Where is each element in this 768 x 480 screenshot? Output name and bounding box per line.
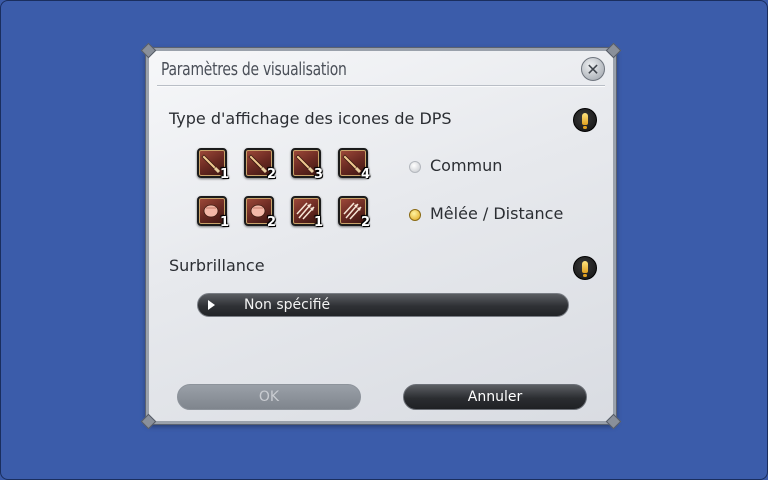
fist-icon: 1	[197, 196, 229, 230]
icon-number: 1	[219, 167, 229, 182]
ok-button[interactable]: OK	[177, 384, 361, 410]
icon-number: 1	[313, 215, 323, 230]
close-icon[interactable]: ✕	[581, 57, 605, 81]
radio-common[interactable]	[409, 161, 421, 173]
dps-icon-type-label: Type d'affichage des icones de DPS	[169, 109, 452, 128]
warning-icon[interactable]	[573, 108, 597, 132]
sword-icon: 2	[244, 148, 276, 182]
icon-number: 3	[313, 167, 323, 182]
icon-number: 2	[266, 215, 276, 230]
dialog-title: Paramètres de visualisation	[161, 59, 347, 80]
icon-number: 1	[219, 215, 229, 230]
sword-icon: 4	[338, 148, 370, 182]
warning-icon[interactable]	[573, 256, 597, 280]
icon-number: 2	[266, 167, 276, 182]
radio-melee-ranged-label[interactable]: Mêlée / Distance	[430, 204, 563, 223]
cancel-button[interactable]: Annuler	[403, 384, 587, 410]
sword-icon: 1	[197, 148, 229, 182]
arrows-icon: 2	[338, 196, 370, 230]
radio-common-label[interactable]: Commun	[430, 156, 502, 175]
visualization-settings-dialog: Paramètres de visualisation ✕ Type d'aff…	[140, 42, 622, 430]
sword-icon: 3	[291, 148, 323, 182]
arrows-icon: 1	[291, 196, 323, 230]
play-arrow-icon	[208, 300, 215, 310]
radio-melee-ranged[interactable]	[409, 209, 421, 221]
icon-number: 2	[360, 215, 370, 230]
highlight-label: Surbrillance	[169, 256, 265, 275]
title-divider	[157, 85, 605, 87]
icon-number: 4	[360, 167, 370, 182]
highlight-dropdown[interactable]: Non spécifié	[197, 293, 569, 317]
dropdown-value: Non spécifié	[244, 297, 331, 313]
fist-icon: 2	[244, 196, 276, 230]
